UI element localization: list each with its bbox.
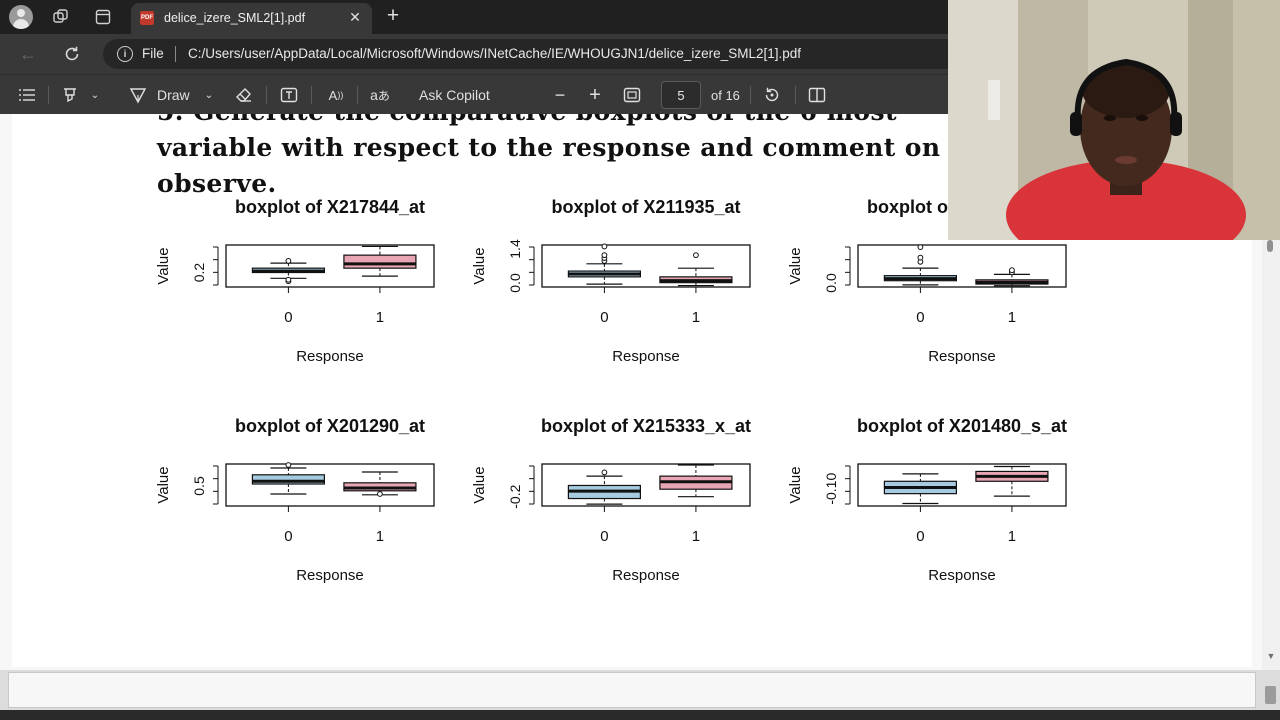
horizontal-scroll-area — [8, 672, 1256, 708]
highlight-chevron-down-icon[interactable]: ⌄ — [88, 75, 102, 115]
x-axis-label: Response — [928, 348, 996, 365]
outlier-point — [285, 276, 292, 283]
rotate-icon[interactable] — [762, 75, 782, 115]
y-axis-label: Value — [471, 247, 488, 284]
back-arrow-icon[interactable]: ← — [16, 43, 40, 65]
tab-actions-icon[interactable] — [92, 6, 114, 28]
outlier-point — [601, 469, 608, 476]
box — [343, 254, 417, 269]
x-tick-label: 0 — [600, 309, 608, 326]
x-tick-label: 1 — [376, 528, 384, 545]
x-axis-label: Response — [612, 567, 680, 584]
close-tab-icon[interactable]: ✕ — [346, 8, 364, 26]
y-axis-label: Value — [155, 247, 172, 284]
x-tick-label: 1 — [1008, 528, 1016, 545]
y-tick-label: 0.2 — [191, 263, 207, 283]
text-box-icon[interactable] — [279, 75, 299, 115]
y-axis-label: Value — [787, 247, 804, 284]
profile-avatar-icon[interactable] — [9, 5, 33, 29]
outlier-point — [285, 258, 292, 264]
x-tick-label: 0 — [284, 528, 292, 545]
webcam-video-overlay — [948, 0, 1280, 240]
zoom-in-icon[interactable]: + — [586, 75, 604, 115]
x-tick-label: 1 — [1008, 309, 1016, 326]
toolbar-separator — [795, 86, 796, 104]
draw-pen-icon[interactable] — [128, 75, 148, 115]
translate-icon[interactable]: aあ — [369, 75, 391, 115]
bottom-panel — [0, 670, 1280, 720]
x-axis-label: Response — [296, 567, 364, 584]
chart-title: boxplot of X215333_x_at — [541, 416, 751, 436]
draw-chevron-down-icon[interactable]: ⌄ — [202, 75, 216, 115]
eraser-icon[interactable] — [234, 75, 254, 115]
y-tick-label: 0.0 — [823, 273, 839, 293]
toolbar-separator — [357, 86, 358, 104]
url-text: C:/Users/user/AppData/Local/Microsoft/Wi… — [188, 46, 801, 61]
y-tick-label: 0.0 — [507, 273, 523, 293]
y-axis-label: Value — [787, 466, 804, 503]
toolbar-separator — [266, 86, 267, 104]
x-tick-label: 0 — [600, 528, 608, 545]
toolbar-separator — [311, 86, 312, 104]
scrollbar-thumb[interactable] — [1267, 240, 1273, 252]
x-tick-label: 1 — [376, 309, 384, 326]
x-axis-label: Response — [296, 348, 364, 365]
toolbar-separator — [750, 86, 751, 104]
x-axis-label: Response — [928, 567, 996, 584]
y-tick-label: 0.5 — [191, 476, 207, 496]
outlier-point — [601, 243, 608, 250]
scrollbar-thumb[interactable] — [1265, 686, 1276, 704]
chart-title: boxplot of X211935_at — [551, 197, 740, 217]
highlight-icon[interactable] — [60, 75, 80, 115]
new-tab-plus-icon[interactable]: + — [382, 4, 404, 27]
y-tick-label: 1.4 — [507, 239, 523, 259]
pdf-file-icon: PDF — [140, 11, 154, 25]
y-tick-label: -0.2 — [507, 484, 523, 508]
page-total-label: of 16 — [711, 87, 740, 103]
site-info-icon[interactable]: i — [117, 46, 133, 62]
outlier-point — [285, 462, 292, 468]
scroll-down-arrow-icon[interactable]: ▼ — [1265, 650, 1277, 662]
x-tick-label: 0 — [916, 309, 924, 326]
tab-title: delice_izere_SML2[1].pdf — [164, 11, 306, 25]
x-tick-label: 1 — [692, 309, 700, 326]
x-axis-label: Response — [612, 348, 680, 365]
page-number-input[interactable] — [661, 81, 701, 109]
outlier-point — [693, 252, 699, 259]
tab-pdf-document[interactable]: PDF delice_izere_SML2[1].pdf ✕ — [131, 3, 372, 34]
draw-button[interactable]: Draw — [157, 75, 190, 115]
y-axis-label: Value — [155, 466, 172, 503]
fit-to-page-icon[interactable] — [622, 75, 642, 115]
outlier-point — [1009, 267, 1015, 274]
x-tick-label: 0 — [916, 528, 924, 545]
chart-title: boxplot of X201290_at — [235, 416, 425, 436]
read-aloud-icon[interactable]: A)) — [326, 75, 346, 115]
scheme-label: File — [142, 46, 164, 61]
outlier-point — [601, 252, 608, 259]
outlier-point — [377, 491, 383, 497]
toolbar-separator — [48, 86, 49, 104]
y-axis-label: Value — [471, 466, 488, 503]
address-separator — [175, 46, 176, 62]
x-tick-label: 1 — [692, 528, 700, 545]
page-view-icon[interactable] — [807, 75, 827, 115]
x-tick-label: 0 — [284, 309, 292, 326]
contents-list-icon[interactable] — [16, 75, 38, 115]
ask-copilot-button[interactable]: Ask Copilot — [419, 75, 490, 115]
chart-title: boxplot of X217844_at — [235, 197, 425, 217]
workspaces-icon[interactable] — [50, 6, 72, 28]
address-input[interactable]: i File C:/Users/user/AppData/Local/Micro… — [103, 39, 1003, 69]
taskbar-edge — [0, 710, 1280, 720]
chart-title: boxplot of X201480_s_at — [857, 416, 1067, 436]
zoom-out-icon[interactable]: − — [551, 75, 569, 115]
y-tick-label: -0.10 — [823, 473, 839, 505]
outlier-point — [917, 244, 924, 251]
outlier-point — [917, 254, 924, 261]
refresh-icon[interactable] — [60, 42, 84, 66]
